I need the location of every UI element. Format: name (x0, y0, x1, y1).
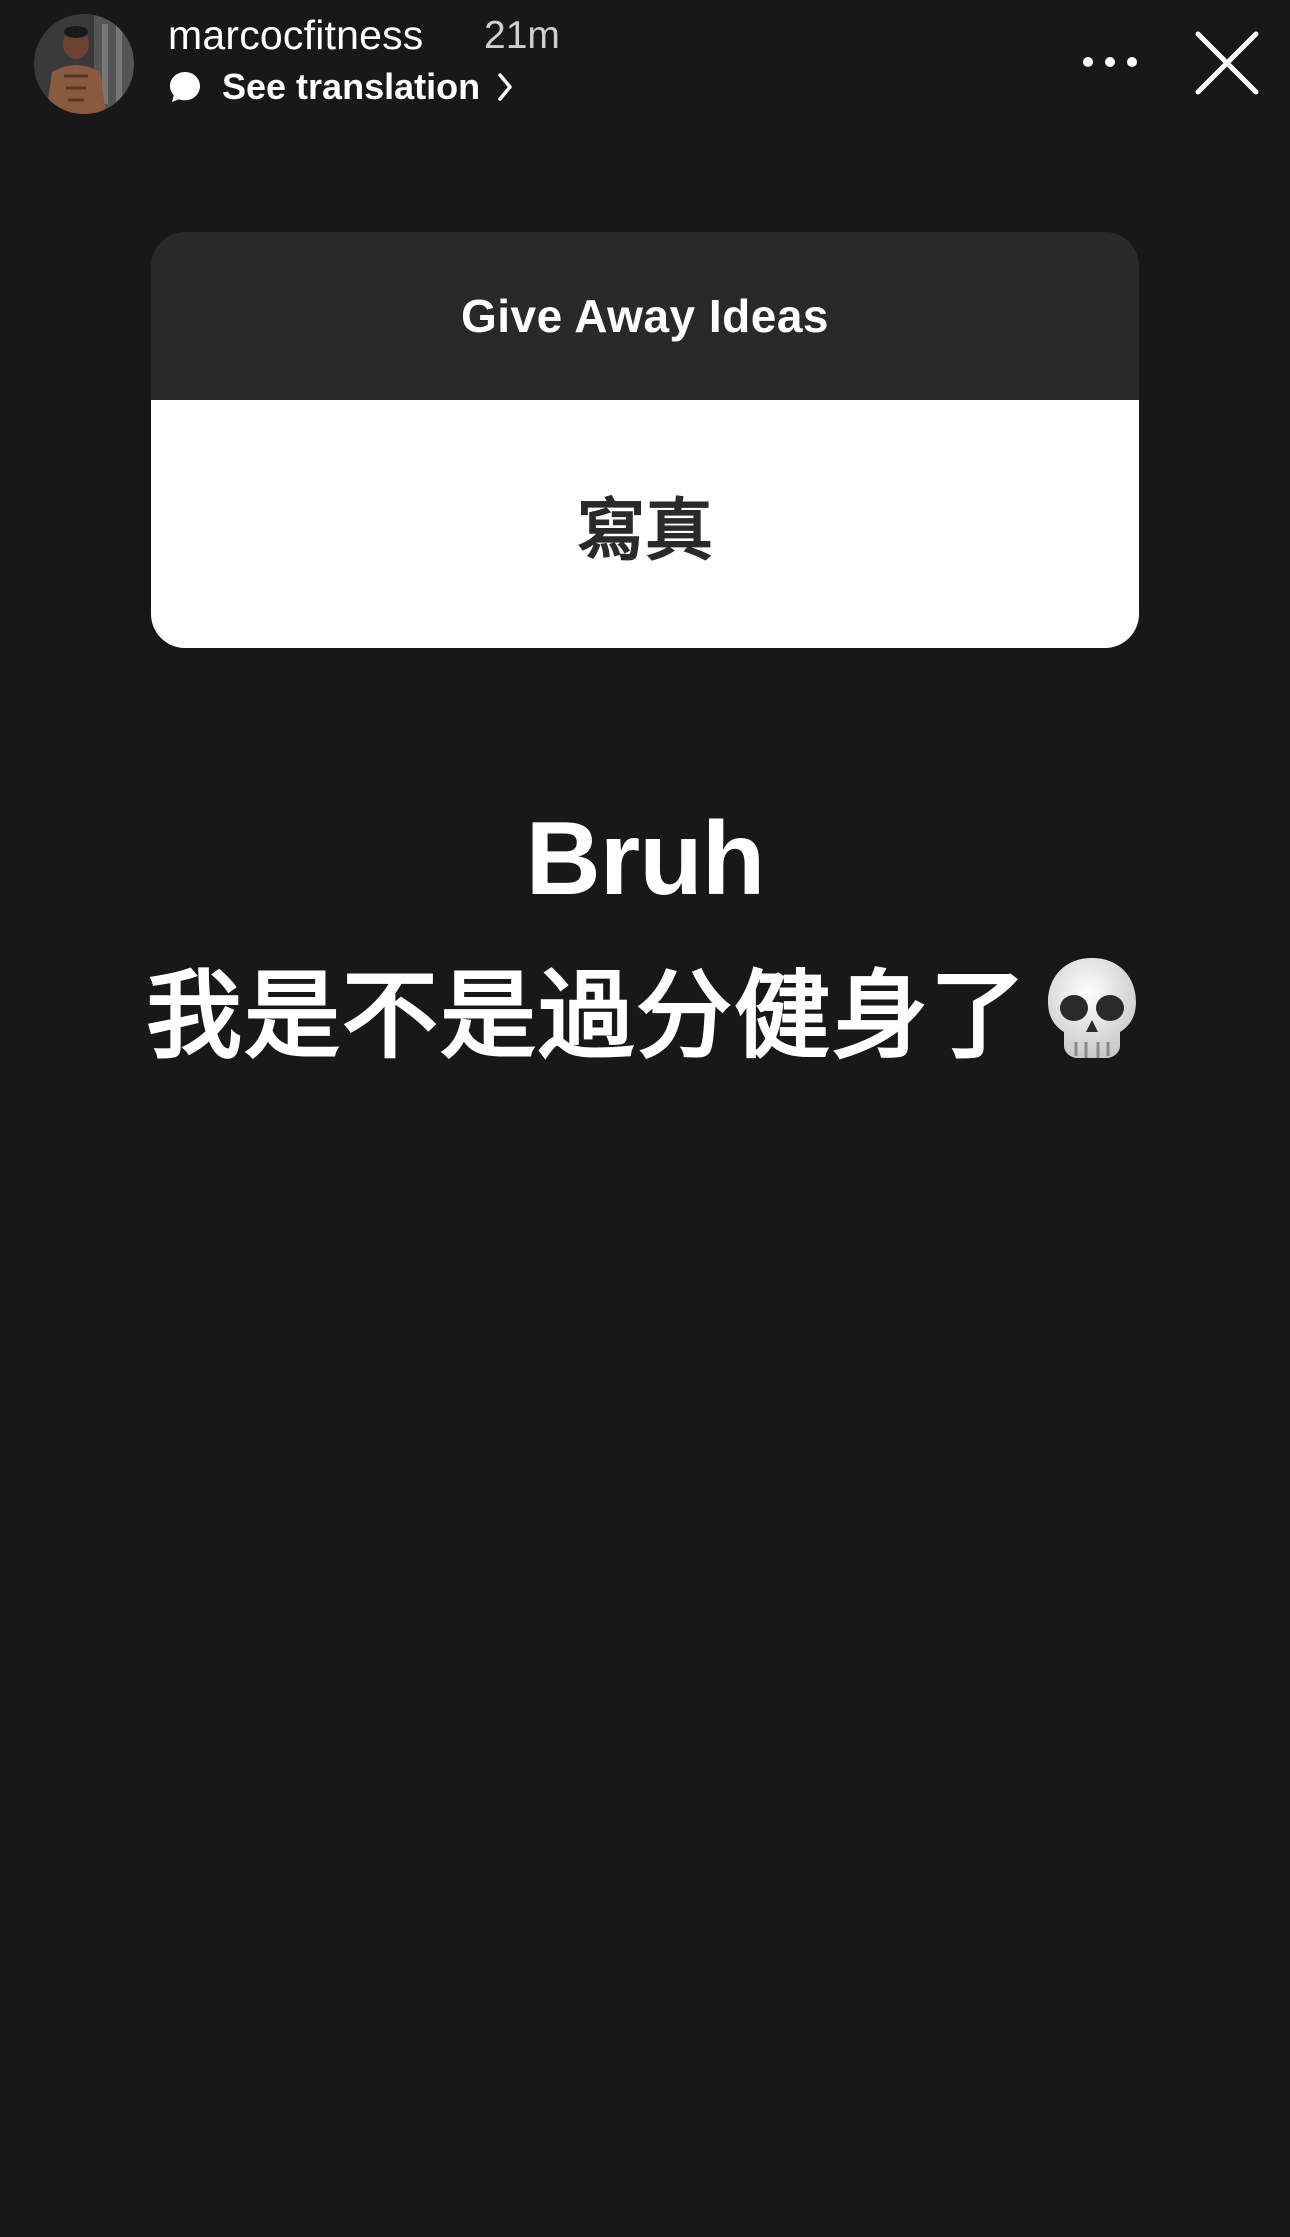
story-viewer: marcocfitness 21m See translation Give A… (0, 0, 1290, 2237)
close-icon (1195, 31, 1259, 95)
chevron-right-icon (498, 73, 512, 101)
sticker-answer-box: 寫真 (151, 400, 1139, 648)
more-horizontal-icon (1083, 57, 1137, 67)
more-options-button[interactable] (1080, 40, 1140, 80)
close-button[interactable] (1192, 28, 1262, 98)
avatar[interactable] (34, 14, 134, 114)
timestamp: 21m (484, 14, 560, 57)
skull-emoji-icon (1048, 957, 1136, 1058)
sticker-answer: 寫真 (576, 491, 713, 571)
sticker-header: Give Away Ideas (151, 232, 1139, 400)
caption-line-2: 我是不是過分健身了 (0, 938, 1290, 1077)
caption-line-2-text: 我是不是過分健身了 (146, 960, 1028, 1072)
question-sticker[interactable]: Give Away Ideas 寫真 (151, 232, 1139, 648)
see-translation-link[interactable]: See translation (168, 64, 516, 110)
caption-line-1: Bruh (525, 801, 766, 917)
sticker-question: Give Away Ideas (460, 290, 830, 342)
username[interactable]: marcocfitness (168, 12, 424, 59)
speech-bubble-icon (170, 72, 200, 102)
profile-photo (34, 14, 134, 114)
translation-label: See translation (222, 66, 481, 107)
